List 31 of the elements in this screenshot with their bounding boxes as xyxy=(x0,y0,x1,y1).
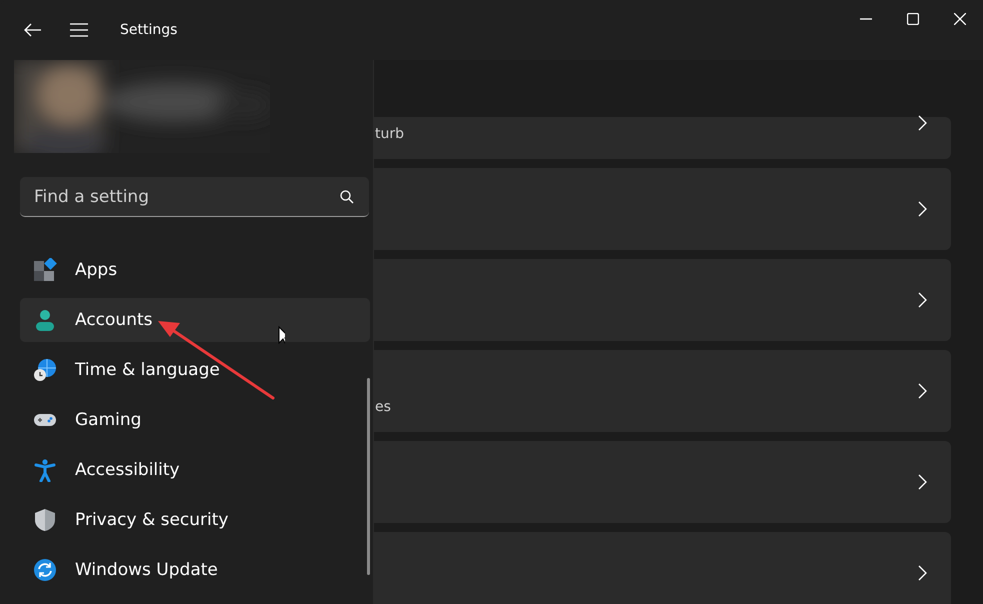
settings-card[interactable] xyxy=(374,168,951,250)
settings-card[interactable] xyxy=(374,441,951,523)
globe-clock-icon xyxy=(33,358,57,382)
settings-card[interactable] xyxy=(374,532,951,604)
scrollbar[interactable] xyxy=(367,378,370,575)
card-subtitle: es xyxy=(375,399,391,415)
nav-item[interactable]: Privacy & security xyxy=(20,498,370,542)
settings-card[interactable]: turb xyxy=(374,117,951,159)
card-subtitle: turb xyxy=(375,126,404,142)
apps-icon xyxy=(33,258,57,282)
nav-item[interactable]: Accounts xyxy=(20,298,370,342)
minimize-icon xyxy=(860,18,872,20)
nav-item[interactable]: Gaming xyxy=(20,398,370,442)
refresh-icon xyxy=(33,558,57,582)
settings-card[interactable] xyxy=(374,259,951,341)
back-arrow-icon xyxy=(24,23,42,37)
nav-item[interactable]: Apps xyxy=(20,248,370,292)
nav-item[interactable]: Accessibility xyxy=(20,448,370,492)
search-field[interactable]: Find a setting xyxy=(20,177,369,217)
person-icon xyxy=(33,308,57,332)
cursor-icon xyxy=(278,326,285,346)
close-icon xyxy=(954,13,966,25)
window-title: Settings xyxy=(120,22,178,38)
search-icon xyxy=(340,190,354,204)
settings-card[interactable]: es xyxy=(374,350,951,432)
menu-icon xyxy=(69,23,89,37)
shield-icon xyxy=(33,508,57,532)
nav-item[interactable]: Time & language xyxy=(20,348,370,392)
maximize-icon xyxy=(906,13,918,25)
accessibility-icon xyxy=(33,458,57,482)
nav-item[interactable]: Windows Update xyxy=(20,548,370,592)
